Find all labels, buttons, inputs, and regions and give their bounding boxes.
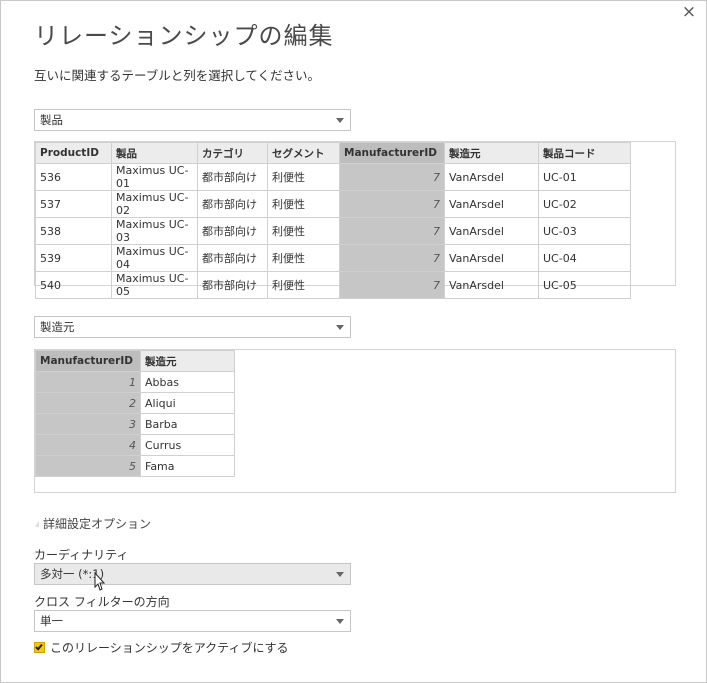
table1-column-header[interactable]: カテゴリ bbox=[197, 142, 268, 164]
table1-cell: VanArsdel bbox=[444, 244, 539, 272]
table1-cell: VanArsdel bbox=[444, 190, 539, 218]
table1-cell: 7 bbox=[339, 190, 445, 218]
checkmark-icon bbox=[35, 642, 43, 651]
table1-preview: ProductID 製品 カテゴリ セグメント ManufacturerID 製造元 製品コ… bbox=[34, 141, 676, 299]
table2-cell: 2 bbox=[35, 392, 141, 414]
table1-cell: 7 bbox=[339, 217, 445, 245]
table2-cell: 1 bbox=[35, 371, 141, 393]
advanced-options-toggle[interactable]: 詳細設定オプション bbox=[35, 515, 151, 532]
edit-relationship-dialog: × リレーションシップの編集 互いに関連するテーブルと列を選択してください。 製… bbox=[0, 0, 707, 683]
table2-cell: 5 bbox=[35, 455, 141, 477]
table2-select[interactable]: 製造元 bbox=[34, 316, 351, 338]
table1-cell: 都市部向け bbox=[197, 163, 268, 191]
table1-grid: ProductID 製品 カテゴリ セグメント ManufacturerID 製造元 製品コ… bbox=[35, 142, 631, 299]
chevron-down-icon bbox=[336, 619, 344, 624]
mouse-cursor-icon bbox=[94, 572, 106, 591]
dialog-title: リレーションシップの編集 bbox=[34, 22, 334, 50]
table2-row: 5 Fama bbox=[35, 455, 235, 477]
table1-cell: 利便性 bbox=[267, 244, 340, 272]
advanced-options-label: 詳細設定オプション bbox=[43, 517, 152, 531]
crossfilter-select[interactable]: 単一 bbox=[34, 610, 351, 632]
chevron-down-icon bbox=[336, 118, 344, 123]
table1-cell: 利便性 bbox=[267, 190, 340, 218]
chevron-down-icon bbox=[336, 325, 344, 330]
table1-cell: UC-05 bbox=[538, 271, 631, 299]
table1-column-header[interactable]: 製造元 bbox=[444, 142, 539, 164]
table1-cell: Maximus UC-03 bbox=[111, 217, 198, 245]
table2-preview: ManufacturerID 製造元 1 Abbas 2 Aliqui 3 Barba 4 Cu… bbox=[34, 349, 676, 493]
table1-cell: 537 bbox=[35, 190, 112, 218]
table1-cell: Maximus UC-05 bbox=[111, 271, 198, 299]
crossfilter-label: クロス フィルターの方向 bbox=[34, 595, 170, 609]
table2-cell: Abbas bbox=[140, 371, 235, 393]
table1-cell: UC-02 bbox=[538, 190, 631, 218]
table2-cell: Aliqui bbox=[140, 392, 235, 414]
active-relationship-label: このリレーションシップをアクティブにする bbox=[50, 641, 289, 655]
table1-cell: 539 bbox=[35, 244, 112, 272]
table1-cell: 7 bbox=[339, 163, 445, 191]
table1-cell: UC-04 bbox=[538, 244, 631, 272]
table2-cell: Barba bbox=[140, 413, 235, 435]
table1-cell: 利便性 bbox=[267, 163, 340, 191]
table1-column-header[interactable]: ProductID bbox=[35, 142, 112, 164]
table1-cell: VanArsdel bbox=[444, 217, 539, 245]
table1-row: 539 Maximus UC-04 都市部向け 利便性 7 VanArsdel UC-04 bbox=[35, 244, 631, 272]
table1-row: 537 Maximus UC-02 都市部向け 利便性 7 VanArsdel UC-02 bbox=[35, 190, 631, 218]
dialog-subtitle: 互いに関連するテーブルと列を選択してください。 bbox=[34, 68, 321, 83]
table1-cell: 都市部向け bbox=[197, 244, 268, 272]
active-relationship-checkbox[interactable] bbox=[34, 642, 45, 653]
table1-cell: 都市部向け bbox=[197, 190, 268, 218]
table1-select-value: 製品 bbox=[40, 113, 63, 127]
table2-cell: Currus bbox=[140, 434, 235, 456]
table1-cell: Maximus UC-01 bbox=[111, 163, 198, 191]
table1-column-header[interactable]: 製品コード bbox=[538, 142, 631, 164]
cardinality-select[interactable]: 多対一 (*:1) bbox=[34, 563, 351, 585]
table1-select[interactable]: 製品 bbox=[34, 109, 351, 131]
table1-column-header[interactable]: ManufacturerID bbox=[339, 142, 445, 164]
table1-cell: Maximus UC-02 bbox=[111, 190, 198, 218]
chevron-down-icon bbox=[336, 572, 344, 577]
table1-cell: UC-03 bbox=[538, 217, 631, 245]
table1-column-header[interactable]: 製品 bbox=[111, 142, 198, 164]
table2-cell: 3 bbox=[35, 413, 141, 435]
table1-cell: 都市部向け bbox=[197, 217, 268, 245]
table1-cell: 536 bbox=[35, 163, 112, 191]
table1-cell: Maximus UC-04 bbox=[111, 244, 198, 272]
table2-cell: 4 bbox=[35, 434, 141, 456]
table2-row: 4 Currus bbox=[35, 434, 235, 456]
table2-column-header[interactable]: ManufacturerID bbox=[35, 350, 141, 372]
table2-row: 2 Aliqui bbox=[35, 392, 235, 414]
table1-cell: 540 bbox=[35, 271, 112, 299]
table2-grid: ManufacturerID 製造元 1 Abbas 2 Aliqui 3 Barba 4 Cu… bbox=[35, 350, 235, 477]
table1-row: 540 Maximus UC-05 都市部向け 利便性 7 VanArsdel UC-05 bbox=[35, 271, 631, 299]
table1-column-header[interactable]: セグメント bbox=[267, 142, 340, 164]
table1-cell: 538 bbox=[35, 217, 112, 245]
table1-row: 536 Maximus UC-01 都市部向け 利便性 7 VanArsdel UC-01 bbox=[35, 163, 631, 191]
table2-row: 1 Abbas bbox=[35, 371, 235, 393]
table2-row: 3 Barba bbox=[35, 413, 235, 435]
table1-cell: 利便性 bbox=[267, 217, 340, 245]
table1-cell: VanArsdel bbox=[444, 163, 539, 191]
table2-select-value: 製造元 bbox=[40, 320, 75, 334]
table2-cell: Fama bbox=[140, 455, 235, 477]
table1-cell: UC-01 bbox=[538, 163, 631, 191]
expand-triangle-icon bbox=[35, 521, 39, 527]
cardinality-label: カーディナリティ bbox=[34, 548, 129, 562]
close-button[interactable]: × bbox=[679, 3, 699, 23]
table1-cell: VanArsdel bbox=[444, 271, 539, 299]
table1-cell: 7 bbox=[339, 244, 445, 272]
table2-column-header[interactable]: 製造元 bbox=[140, 350, 235, 372]
crossfilter-select-value: 単一 bbox=[40, 614, 63, 628]
table1-row: 538 Maximus UC-03 都市部向け 利便性 7 VanArsdel UC-03 bbox=[35, 217, 631, 245]
table1-cell: 利便性 bbox=[267, 271, 340, 299]
table1-cell: 都市部向け bbox=[197, 271, 268, 299]
table1-cell: 7 bbox=[339, 271, 445, 299]
